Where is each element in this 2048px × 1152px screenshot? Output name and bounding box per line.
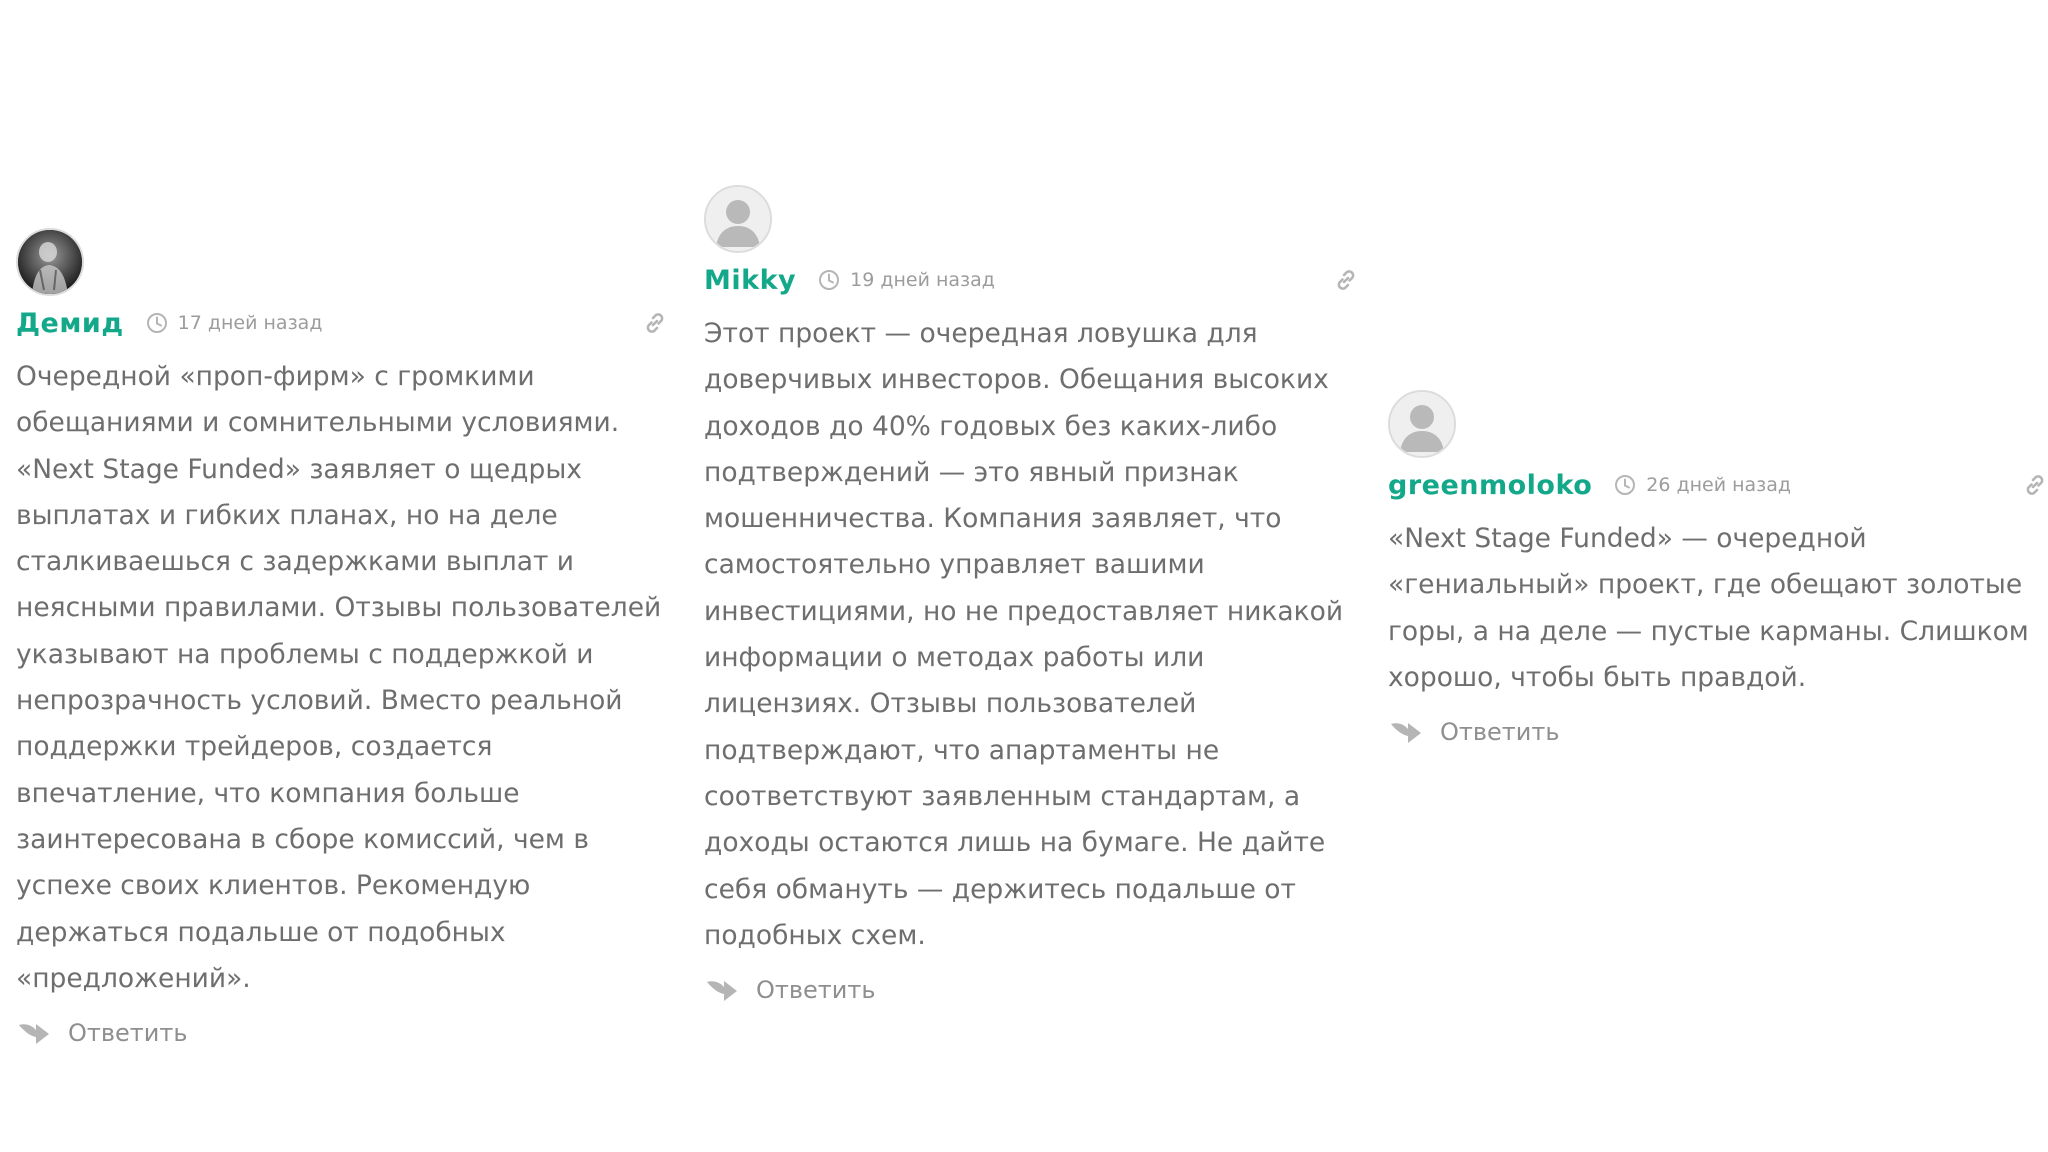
avatar[interactable]	[1388, 390, 1456, 458]
default-user-avatar-icon	[706, 187, 770, 251]
avatar[interactable]	[16, 228, 84, 296]
link-icon[interactable]	[642, 310, 668, 336]
reply-arrow-icon	[704, 975, 740, 1005]
comment-author[interactable]: Mikky	[704, 265, 796, 296]
comment-text: «Next Stage Funded» — очередной «гениаль…	[1388, 523, 2029, 693]
clock-icon	[146, 312, 168, 334]
clock-icon	[1614, 474, 1636, 496]
reply-label: Ответить	[756, 976, 876, 1005]
comment-card: Mikky 19 дней назад Этот проект — очеред…	[704, 185, 1359, 1005]
reply-label: Ответить	[68, 1019, 188, 1048]
link-icon[interactable]	[2022, 472, 2048, 498]
comment-author[interactable]: greenmoloko	[1388, 470, 1592, 501]
comment-card: greenmoloko 26 дней назад «Next Stage Fu…	[1388, 390, 2048, 747]
reply-button[interactable]: Ответить	[1388, 717, 1559, 747]
comment-meta: Mikky 19 дней назад	[704, 259, 1359, 301]
comment-author[interactable]: Демид	[16, 308, 124, 339]
link-icon[interactable]	[1333, 267, 1359, 293]
comment-date[interactable]: 26 дней назад	[1646, 474, 1791, 496]
comment-date[interactable]: 19 дней назад	[850, 269, 995, 291]
comment-text: Этот проект — очередная ловушка для дове…	[704, 318, 1344, 951]
reply-button[interactable]: Ответить	[704, 975, 875, 1005]
reply-label: Ответить	[1440, 718, 1560, 747]
clock-icon	[818, 269, 840, 291]
comment-meta: greenmoloko 26 дней назад	[1388, 464, 2048, 506]
user-photo-avatar-icon	[18, 230, 82, 294]
comment-card: Демид 17 дней назад Очередной «проп-фирм…	[16, 228, 668, 1048]
reply-arrow-icon	[16, 1018, 52, 1048]
comment-meta: Демид 17 дней назад	[16, 302, 668, 344]
comment-date[interactable]: 17 дней назад	[178, 312, 323, 334]
reply-arrow-icon	[1388, 717, 1424, 747]
avatar[interactable]	[704, 185, 772, 253]
default-user-avatar-icon	[1390, 392, 1454, 456]
comment-text: Очередной «проп-фирм» с громкими обещани…	[16, 361, 662, 994]
reply-button[interactable]: Ответить	[16, 1018, 187, 1048]
